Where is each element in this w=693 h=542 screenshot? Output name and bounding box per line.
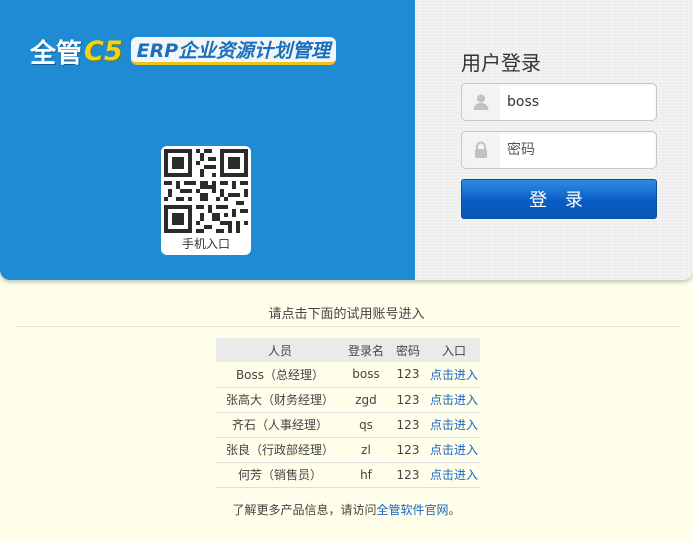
cell-person: 齐石（人事经理） xyxy=(216,412,344,438)
cell-password: 123 xyxy=(388,462,428,488)
cell-password: 123 xyxy=(388,362,428,388)
column-header-password: 密码 xyxy=(388,338,428,362)
login-title: 用户登录 xyxy=(461,51,541,75)
logo: 全管 C5 ERP企业资源计划管理 xyxy=(30,34,337,69)
table-row: 何芳（销售员） hf 123 点击进入 xyxy=(216,462,480,488)
username-input[interactable] xyxy=(507,92,647,112)
qr-code-icon xyxy=(164,149,248,233)
cell-password: 123 xyxy=(388,412,428,438)
divider xyxy=(16,326,680,327)
cell-login: hf xyxy=(344,462,388,488)
footer-text: 了解更多产品信息，请访问 xyxy=(232,503,377,517)
brand-area: 全管 C5 ERP企业资源计划管理 手机入口 xyxy=(0,0,415,280)
trial-prompt: 请点击下面的试用账号进入 xyxy=(268,307,425,322)
mobile-entry-label: 手机入口 xyxy=(181,237,230,251)
logo-product-name: ERP企业资源计划管理 xyxy=(136,40,331,62)
enter-link-qs[interactable]: 点击进入 xyxy=(430,418,478,432)
column-header-entry: 入口 xyxy=(428,338,480,362)
table-row: 张高大（财务经理） zgd 123 点击进入 xyxy=(216,387,480,413)
column-header-person: 人员 xyxy=(216,338,344,362)
cell-login: boss xyxy=(344,362,388,388)
password-field[interactable] xyxy=(461,131,657,169)
logo-brand-name: 全管 xyxy=(30,38,83,69)
password-input[interactable] xyxy=(507,140,647,160)
enter-link-zgd[interactable]: 点击进入 xyxy=(430,393,478,407)
enter-link-hf[interactable]: 点击进入 xyxy=(430,468,478,482)
footer-period: 。 xyxy=(448,503,461,517)
trial-accounts-table: 人员 登录名 密码 入口 Boss（总经理） boss 123 点击进入 张高大… xyxy=(216,338,480,488)
table-row: Boss（总经理） boss 123 点击进入 xyxy=(216,362,480,388)
username-field[interactable] xyxy=(461,83,657,121)
user-icon xyxy=(462,84,500,120)
enter-link-boss[interactable]: 点击进入 xyxy=(430,368,478,382)
lock-icon xyxy=(462,132,500,168)
cell-login: zl xyxy=(344,437,388,463)
cell-person: 张高大（财务经理） xyxy=(216,387,344,413)
cell-person: Boss（总经理） xyxy=(216,362,344,388)
logo-product-badge: ERP企业资源计划管理 xyxy=(130,37,337,65)
login-button[interactable]: 登 录 xyxy=(461,179,657,219)
cell-login: qs xyxy=(344,412,388,438)
table-row: 张良（行政部经理） zl 123 点击进入 xyxy=(216,437,480,463)
cell-password: 123 xyxy=(388,437,428,463)
mobile-entry-card[interactable]: 手机入口 xyxy=(161,146,251,255)
table-row: 齐石（人事经理） qs 123 点击进入 xyxy=(216,412,480,438)
table-header-row: 人员 登录名 密码 入口 xyxy=(216,338,480,362)
logo-version: C5 xyxy=(84,35,123,67)
cell-person: 何芳（销售员） xyxy=(216,462,344,488)
official-site-link[interactable]: 全管软件官网 xyxy=(376,503,448,517)
cell-password: 123 xyxy=(388,387,428,413)
cell-person: 张良（行政部经理） xyxy=(216,437,344,463)
column-header-login: 登录名 xyxy=(344,338,388,362)
cell-login: zgd xyxy=(344,387,388,413)
footer-info: 了解更多产品信息，请访问全管软件官网。 xyxy=(0,501,693,518)
enter-link-zl[interactable]: 点击进入 xyxy=(430,443,478,457)
